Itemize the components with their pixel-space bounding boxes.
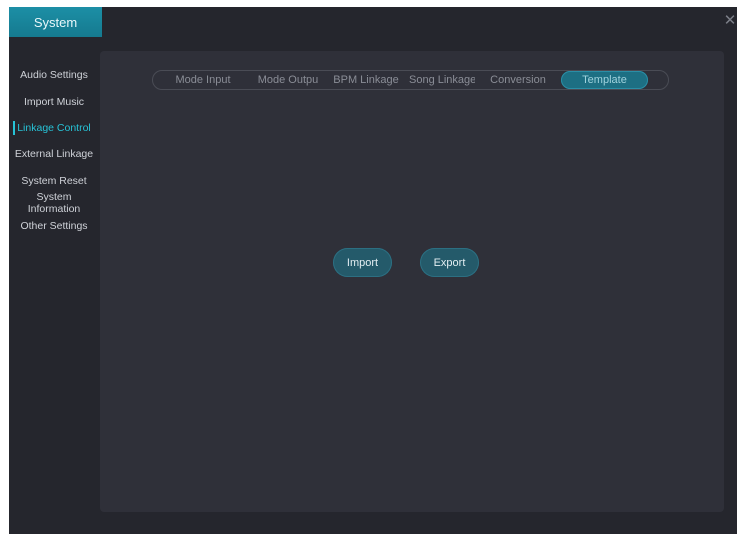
sidebar-item-system-information[interactable]: System Information — [9, 191, 99, 215]
tab-mode-input[interactable]: Mode Input — [153, 71, 253, 89]
sidebar-item-audio-settings[interactable]: Audio Settings — [9, 69, 99, 81]
import-button-label: Import — [346, 256, 379, 269]
tab-song-linkage[interactable]: Song Linkage — [409, 71, 475, 89]
tab-bpm-linkage[interactable]: BPM Linkage — [323, 71, 409, 89]
sidebar: Audio Settings Import Music Linkage Cont… — [9, 69, 99, 232]
window-title: System — [33, 14, 78, 30]
sidebar-item-import-music[interactable]: Import Music — [9, 96, 99, 108]
window-title-tab[interactable]: System — [9, 7, 102, 37]
tab-bar: Mode Input Mode Outpu BPM Linkage Song L… — [152, 70, 669, 90]
sidebar-item-other-settings[interactable]: Other Settings — [9, 220, 99, 232]
tab-conversion[interactable]: Conversion — [475, 71, 561, 89]
close-icon[interactable]: ✕ — [723, 13, 737, 28]
tab-template[interactable]: Template — [561, 71, 648, 89]
export-button-label: Export — [433, 256, 466, 269]
sidebar-item-linkage-control[interactable]: Linkage Control — [9, 121, 99, 135]
sidebar-item-external-linkage[interactable]: External Linkage — [9, 148, 99, 160]
settings-window: System ✕ Audio Settings Import Music Lin… — [9, 7, 737, 534]
export-button[interactable]: Export — [420, 248, 479, 277]
sidebar-item-system-reset[interactable]: System Reset — [9, 175, 99, 187]
tab-mode-output[interactable]: Mode Outpu — [253, 71, 323, 89]
import-button[interactable]: Import — [333, 248, 392, 277]
content-panel: Mode Input Mode Outpu BPM Linkage Song L… — [100, 51, 724, 512]
